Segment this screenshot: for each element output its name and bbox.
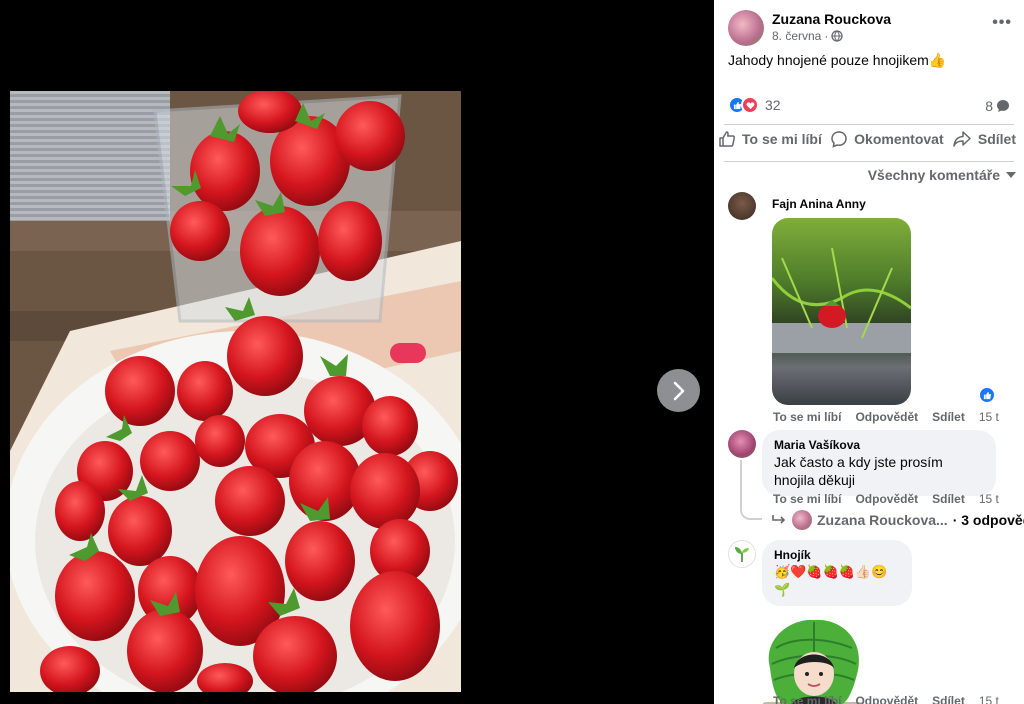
comment-share-button[interactable]: Sdílet [932,694,965,704]
comment-time[interactable]: 15 t [979,410,999,424]
comment-button[interactable]: Okomentovat [830,130,944,148]
comments-sort-dropdown[interactable]: Všechny komentáře [868,167,1016,183]
comment-photo[interactable] [772,218,911,405]
sprout-icon [735,547,749,562]
commenter-name[interactable]: Hnojík [774,547,900,563]
more-options-icon[interactable]: ••• [992,14,1012,32]
post-date[interactable]: 8. června [772,28,821,44]
comment-reply-button[interactable]: Odpovědět [855,694,918,704]
caret-down-icon [1006,172,1016,178]
comment-text: 🥳❤️🍓🍓🍓👍🏻😊🌱 [774,564,888,597]
post-text: Jahody hnojené pouze hnojikem👍 [728,52,947,68]
comment-actions: To se mi líbí Odpovědět Sdílet 15 t [773,410,999,424]
comment-item: Fajn Anina Anny [728,192,911,405]
share-icon [953,131,971,147]
reply-arrow-icon [772,515,786,524]
commenter-name[interactable]: Fajn Anina Anny [772,196,911,212]
commenter-avatar[interactable] [728,540,756,568]
post-panel: Zuzana Rouckova 8. června · ••• Jahody h… [714,0,1024,704]
like-button[interactable]: To se mi líbí [718,130,822,148]
next-photo-button[interactable] [657,369,700,412]
comment-time[interactable]: 15 t [979,694,999,704]
comment-like-button[interactable]: To se mi líbí [773,410,841,424]
post-header: Zuzana Rouckova 8. června · [728,10,891,46]
comment-like-button[interactable]: To se mi líbí [773,492,841,506]
commenter-avatar[interactable] [728,430,756,458]
author-avatar[interactable] [728,10,764,46]
comment-reply-button[interactable]: Odpovědět [855,410,918,424]
comment-actions: To se mi líbí Odpovědět Sdílet 15 t [773,492,999,506]
thumbs-up-icon [719,131,736,147]
comment-like-button[interactable]: To se mi líbí [773,694,841,704]
post-actions: To se mi líbí Okomentovat Sdílet [718,130,1016,148]
comment-time[interactable]: 15 t [979,492,999,506]
comment-share-button[interactable]: Sdílet [932,492,965,506]
comment-reply-button[interactable]: Odpovědět [855,492,918,506]
comment-text: Jak často a kdy jste prosím hnojila děku… [774,454,943,488]
thread-line [740,460,762,520]
comment-like-reaction-icon [978,386,996,404]
reply-author-avatar [792,510,812,530]
photo-viewer [0,0,714,704]
reaction-count: 32 [765,97,781,113]
comment-share-button[interactable]: Sdílet [932,410,965,424]
divider [724,161,1014,162]
commenter-avatar[interactable] [728,192,756,220]
share-button[interactable]: Sdílet [952,130,1016,148]
reactions-summary[interactable]: 32 [728,96,781,114]
comment-icon [831,131,847,148]
post-photo[interactable] [10,91,461,692]
comment-item: Hnojík 🥳❤️🍓🍓🍓👍🏻😊🌱 [728,540,912,704]
comment-item: Maria Vašíkova Jak často a kdy jste pros… [728,430,996,496]
comment-bubble-icon [997,100,1009,112]
comment-count[interactable]: 8 [985,98,1010,114]
author-name[interactable]: Zuzana Rouckova [772,10,891,28]
chevron-right-icon [673,381,684,400]
globe-icon [831,30,844,42]
comment-sticker[interactable] [762,618,864,704]
love-reaction-icon [741,96,759,114]
commenter-name[interactable]: Maria Vašíkova [774,437,984,453]
comment-actions: To se mi líbí Odpovědět Sdílet 15 t [773,694,999,704]
view-replies-link[interactable]: Zuzana Rouckova... · 3 odpovědi [771,510,1024,530]
divider [724,124,1014,125]
